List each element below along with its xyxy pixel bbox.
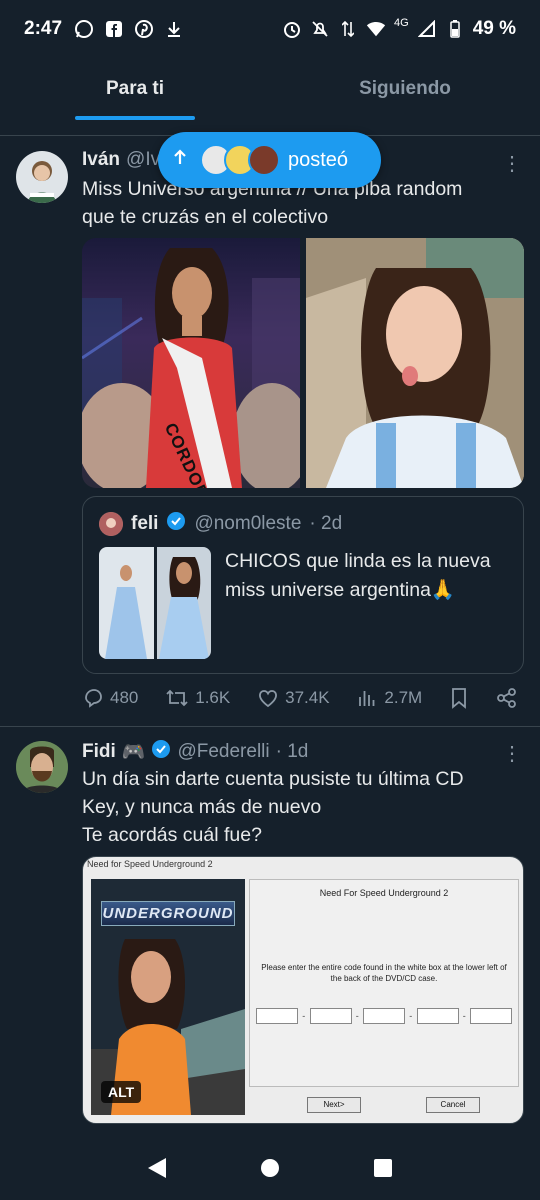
more-options-icon[interactable]: ⋮ [502,741,522,766]
heart-icon [259,690,278,708]
like-count: 37.4K [285,688,330,707]
network-type: 4G [394,17,409,29]
photo-miss-universo[interactable]: CORDOBA [82,238,300,488]
signal-icon [417,19,437,39]
photo-random-girl[interactable] [306,238,524,488]
alt-badge[interactable]: ALT [101,1081,142,1103]
dialog-title: Need For Speed Underground 2 [319,888,449,898]
system-nav-bar [0,1140,540,1200]
bookmark-icon [452,688,466,709]
key-field [309,1008,352,1024]
reply-count: 480 [110,688,139,707]
repost-count: 1.6K [195,688,231,707]
quoted-post[interactable]: feli @nom0leste · 2d CHICOS que linda es… [82,496,524,674]
timeline-tabs: Para ti Siguiendo [0,58,540,120]
quote-author-name: feli [131,513,159,534]
game-cover: UNDERGROUND ALT [91,879,245,1115]
cd-key-fields: - - - - [256,1008,512,1024]
author-handle[interactable]: @Iv [126,149,160,171]
post-text: Un día sin darte cuenta pusiste tu últim… [82,768,464,846]
pill-avatars [196,144,280,176]
bookmark-button[interactable] [449,687,469,709]
new-posts-pill[interactable]: posteó [158,132,381,188]
avatar[interactable] [16,151,68,203]
wifi-icon [366,19,386,39]
window-title: Need for Speed Underground 2 [87,859,213,869]
key-field [256,1008,298,1024]
tab-para-ti[interactable]: Para ti [0,58,270,120]
alarm-icon [282,19,302,39]
home-icon[interactable] [259,1157,281,1184]
author-name[interactable]: Fidi [82,741,116,763]
post-media[interactable]: CORDOBA [82,238,524,488]
cancel-button: Cancel [426,1097,480,1113]
pinterest-icon [134,19,154,39]
avatar[interactable] [16,741,68,793]
post-header: Fidi 🎮 @Federelli · 1d [82,739,308,765]
key-field [416,1008,459,1024]
views-icon [359,691,375,706]
battery-percent: 49 % [472,18,516,39]
arrow-up-icon [172,148,188,172]
post-actions: 480 1.6K 37.4K 2.7M [82,687,518,709]
quote-thumbnail [99,547,211,659]
data-transfer-icon [338,19,358,39]
key-field [470,1008,512,1024]
whatsapp-icon [74,19,94,39]
next-button: Next> [307,1097,361,1113]
back-icon[interactable] [146,1156,168,1185]
quote-author-handle: @nom0leste [194,513,302,534]
post-media-nfs[interactable]: Need for Speed Underground 2 UNDERGROUND… [82,856,524,1124]
cd-key-dialog: Need For Speed Underground 2 Please ente… [249,879,519,1087]
battery-icon [445,19,465,39]
repost-icon [166,689,188,707]
views-count: 2.7M [384,688,423,707]
author-name[interactable]: Iván [82,149,120,171]
tab-siguiendo[interactable]: Siguiendo [270,58,540,120]
verified-icon [151,739,171,765]
share-icon [497,688,516,708]
repost-button[interactable]: 1.6K [165,687,230,709]
dialog-instructions: Please enter the entire code found in th… [261,963,507,983]
pill-label: posteó [288,148,349,171]
views-button[interactable]: 2.7M [356,687,422,709]
more-options-icon[interactable]: ⋮ [502,151,522,176]
quote-timestamp: · 2d [309,513,343,534]
facebook-icon [104,19,124,39]
game-logo: UNDERGROUND [101,901,235,926]
quote-text: CHICOS que linda es la nueva miss univer… [225,550,491,601]
quote-avatar [99,512,123,536]
avatar [248,144,280,176]
verified-icon [166,511,186,537]
recents-icon[interactable] [372,1157,394,1184]
like-button[interactable]: 37.4K [257,687,330,709]
reply-button[interactable]: 480 [82,687,138,709]
post-ivan[interactable]: Iván @Iv ⋮ Miss Universo argentina // Un… [0,137,540,727]
status-bar: 2:47 4G 49 % [0,0,540,58]
download-icon [164,19,184,39]
timestamp: · 1d [275,741,309,762]
post-header: Iván @Iv [82,149,160,171]
reply-icon [85,689,102,708]
key-field [363,1008,405,1024]
gamepad-emoji: 🎮 [121,742,146,763]
clock: 2:47 [24,18,63,39]
share-button[interactable] [496,687,518,709]
author-handle[interactable]: @Federelli [177,741,269,763]
mute-icon [310,19,330,39]
